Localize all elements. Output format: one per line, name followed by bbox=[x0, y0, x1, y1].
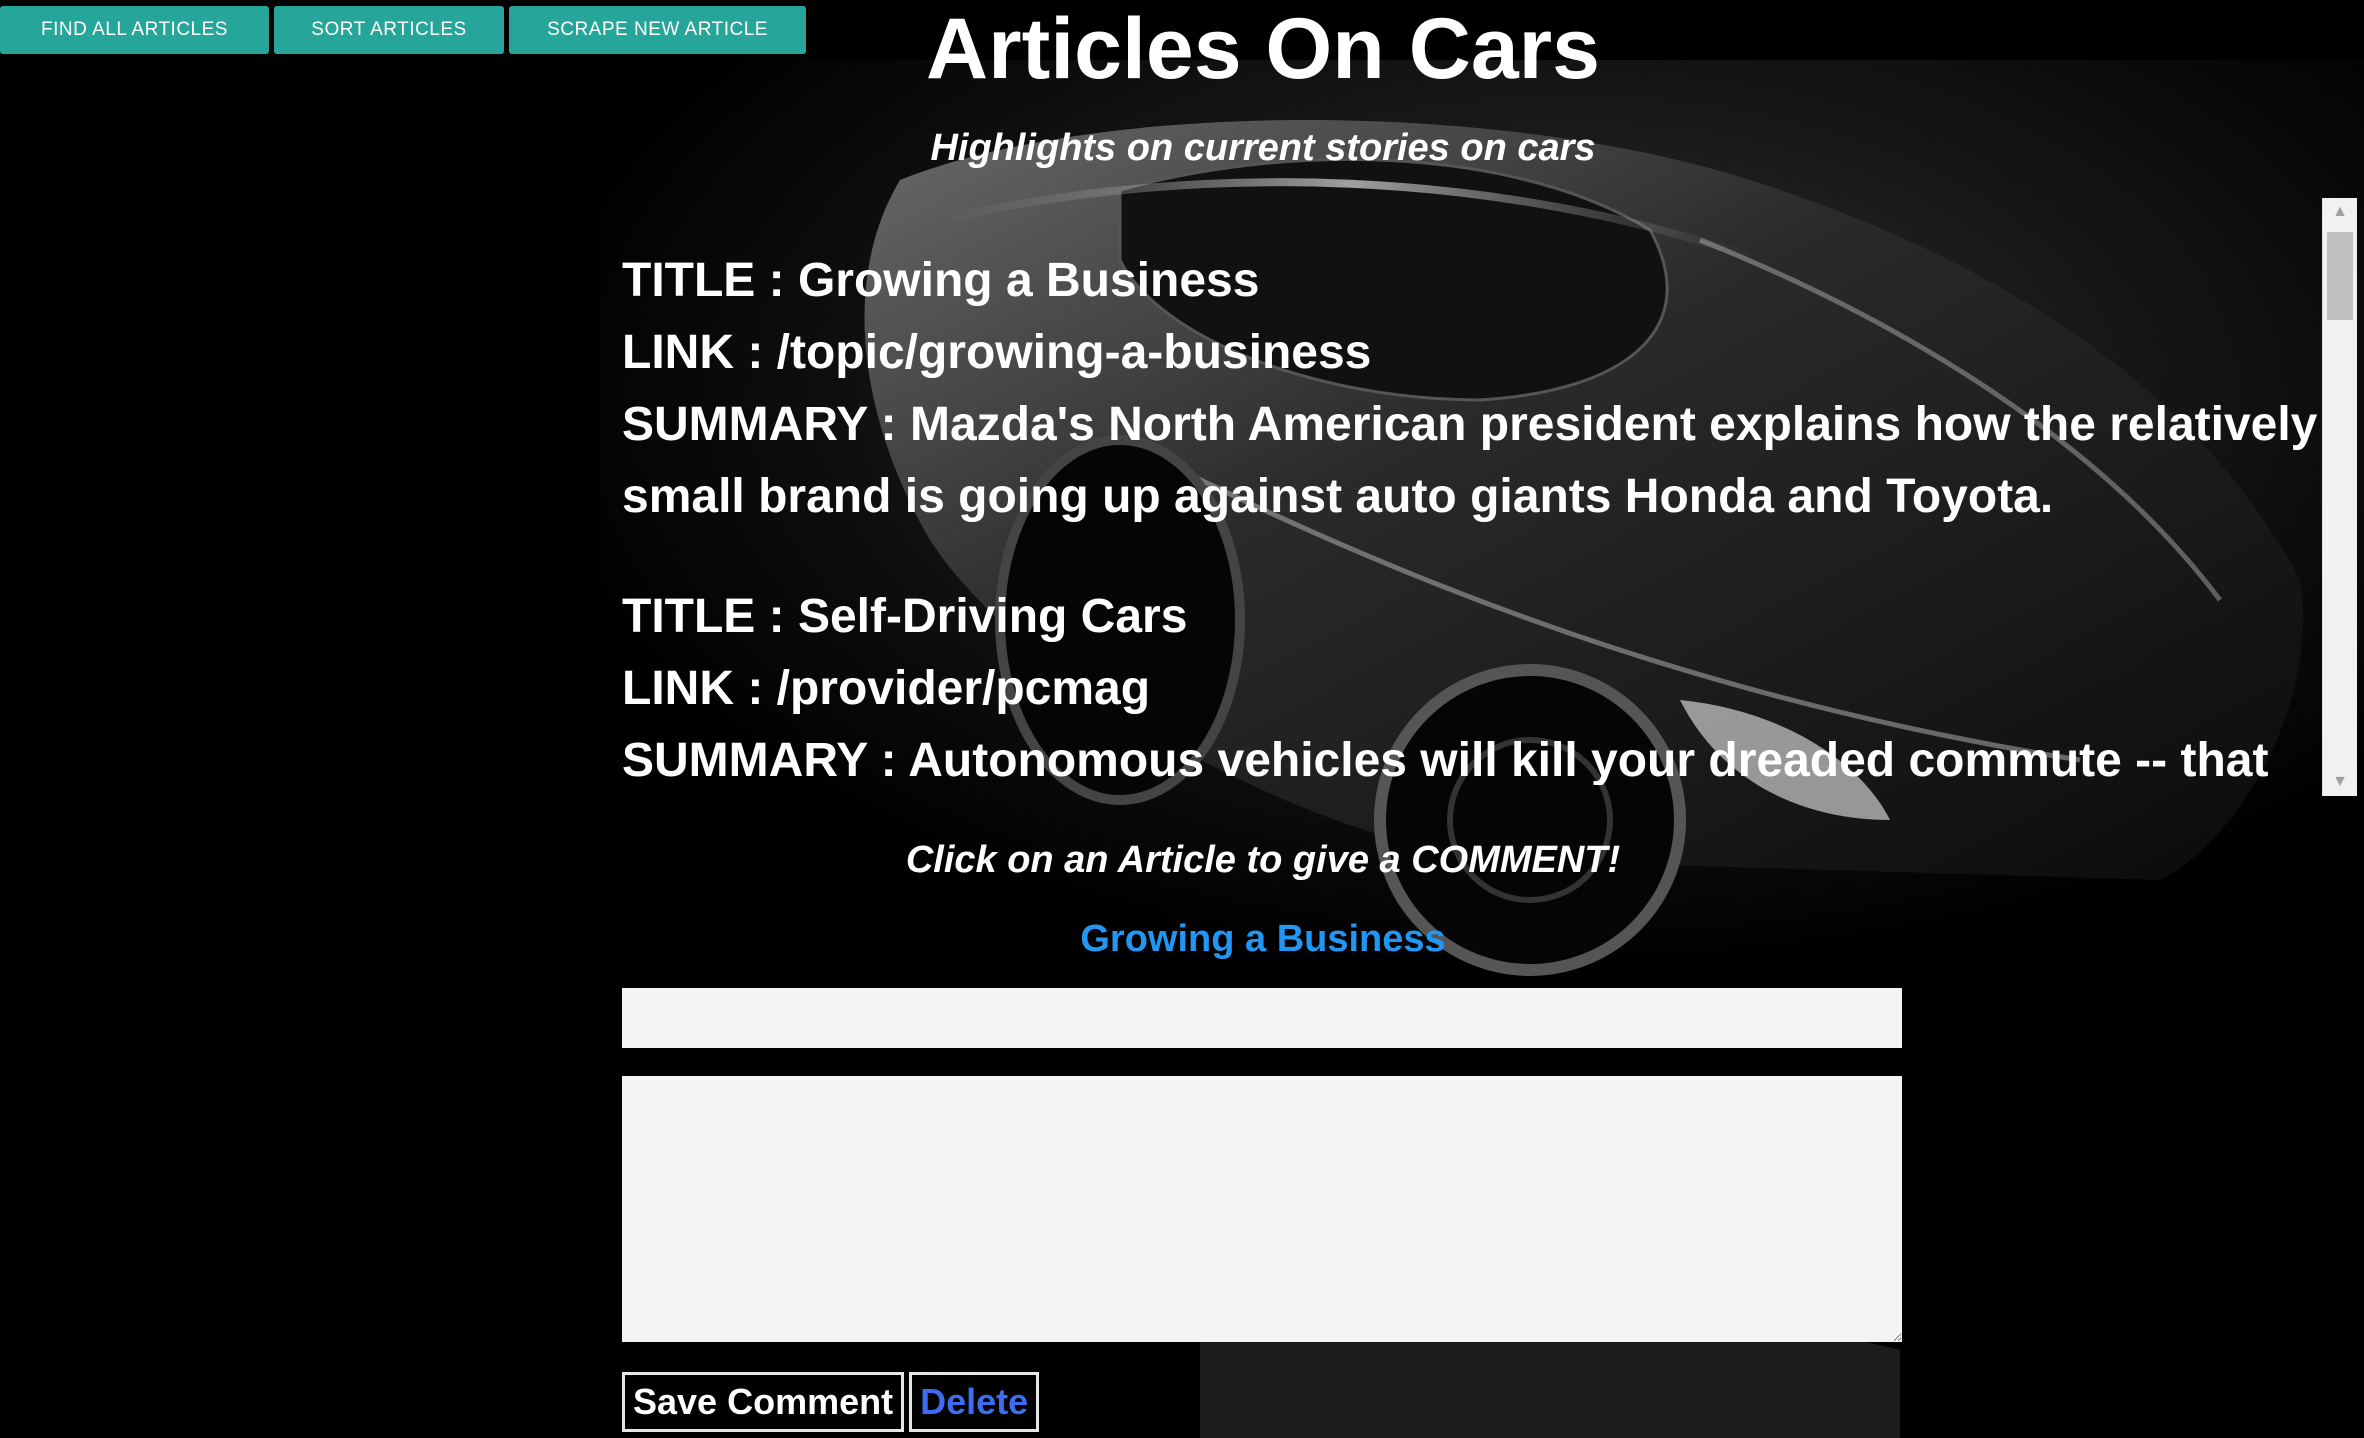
article-item[interactable]: TITLE : Growing a Business LINK : /topic… bbox=[622, 245, 2322, 533]
page-subtitle: Highlights on current stories on cars bbox=[930, 127, 1596, 169]
article-title: TITLE : Self-Driving Cars bbox=[622, 590, 1188, 643]
triangle-down-icon[interactable]: ▼ bbox=[2323, 768, 2357, 796]
article-summary: SUMMARY : Autonomous vehicles will kill … bbox=[622, 734, 2269, 785]
page-title: Articles On Cars bbox=[926, 1, 1600, 97]
triangle-up-icon[interactable]: ▲ bbox=[2323, 198, 2357, 226]
article-summary: SUMMARY : Mazda's North American preside… bbox=[622, 398, 2318, 523]
article-link: LINK : /topic/growing-a-business bbox=[622, 326, 1372, 379]
article-item[interactable]: TITLE : Self-Driving Cars LINK : /provid… bbox=[622, 581, 2322, 785]
scrollbar-thumb[interactable] bbox=[2327, 232, 2353, 320]
article-list[interactable]: TITLE : Growing a Business LINK : /topic… bbox=[622, 245, 2322, 785]
comment-hint: Click on an Article to give a COMMENT! bbox=[905, 839, 1621, 881]
comment-body-textarea[interactable] bbox=[622, 1076, 1902, 1342]
article-title: TITLE : Growing a Business bbox=[622, 254, 1260, 307]
save-comment-button[interactable]: Save Comment bbox=[622, 1372, 905, 1432]
delete-button[interactable]: Delete bbox=[909, 1372, 1040, 1432]
comment-title-input[interactable] bbox=[622, 988, 1902, 1048]
article-list-scrollbar[interactable]: ▲ ▼ bbox=[2322, 198, 2357, 796]
article-link: LINK : /provider/pcmag bbox=[622, 662, 1151, 715]
comment-actions: Save Comment Delete bbox=[622, 1372, 1040, 1432]
selected-article-title: Growing a Business bbox=[1080, 918, 1446, 960]
page: FIND ALL ARTICLES SORT ARTICLES SCRAPE N… bbox=[0, 0, 2364, 1438]
